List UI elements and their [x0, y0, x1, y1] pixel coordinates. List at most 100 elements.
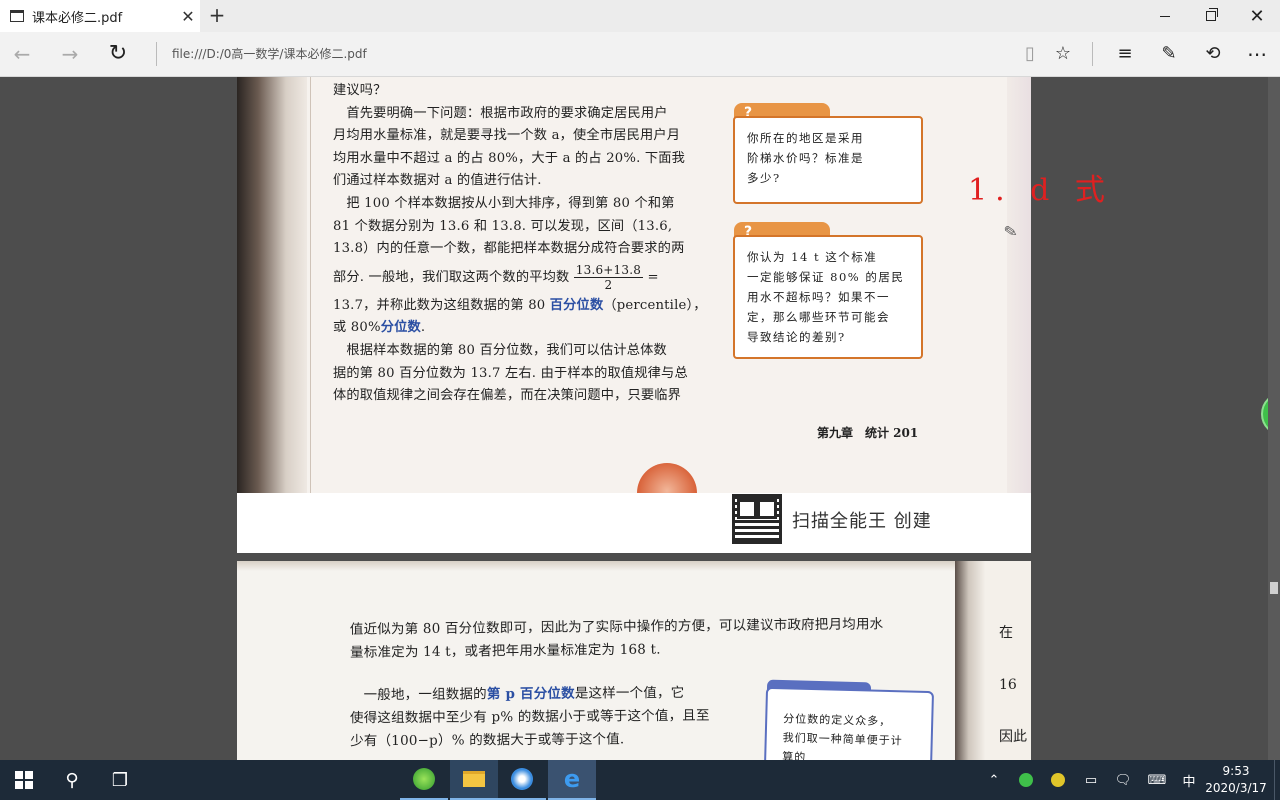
browser-360-icon[interactable]: [400, 760, 448, 800]
scrollbar-thumb[interactable]: [1270, 582, 1278, 594]
windows-start-icon[interactable]: [0, 760, 48, 800]
note-line: 一定能够保证 80% 的居民: [747, 270, 905, 284]
handwritten-note: 1. d 式: [968, 173, 1113, 208]
fraction-denominator: 2: [604, 277, 613, 292]
text-line: 因此: [999, 729, 1027, 745]
text-line: 把 100 个样本数据按从小到大排序，得到第 80 个和第: [333, 195, 675, 211]
note-line: 导致结论的差别?: [747, 330, 846, 344]
text-line: 使得这组数据中至少有 p% 的数据小于或等于这个值，且至: [349, 707, 710, 727]
page-shadow: [237, 561, 1031, 571]
qr-code-icon: [732, 494, 782, 544]
text-line: 13.8）内的任意一个数，都能把样本数据分成符合要求的两: [333, 241, 685, 257]
task-view-icon[interactable]: ❐: [96, 760, 144, 800]
text-span: 一般地，一组数据的: [349, 686, 487, 704]
show-desktop-button[interactable]: [1274, 760, 1280, 800]
page-footer: 第九章 统计 201: [817, 426, 919, 440]
pdf-viewer[interactable]: 建议吗？ 首先要明确一下问题：根据市政府的要求确定居民用户 月均用水量标准，就是…: [0, 77, 1280, 760]
definition-text: 一般地，一组数据的第 p 百分位数是这样一个值，它 使得这组数据中至少有 p% …: [350, 682, 710, 754]
text-line: 据的第 80 百分位数为 13.7 左右. 由于样本的取值规律与总: [333, 365, 688, 381]
reading-view-icon[interactable]: ▯: [1015, 40, 1045, 68]
clock-time: 9:53: [1222, 764, 1250, 778]
definition-note: 分位数的定义众多， 我们取一种简单便于计 算的: [763, 686, 935, 760]
term-p-percentile: 第 p 百分位数: [486, 685, 575, 703]
restore-button[interactable]: [1188, 0, 1234, 32]
tab-close-icon[interactable]: ✕: [176, 7, 200, 26]
browser-tab[interactable]: 课本必修二.pdf ✕: [0, 0, 200, 32]
refresh-button[interactable]: ↻: [102, 39, 134, 69]
file-explorer-icon[interactable]: [450, 760, 498, 800]
page-right-edge: [1007, 77, 1031, 493]
more-icon[interactable]: ⋯: [1242, 40, 1272, 68]
web-note-icon[interactable]: ✎: [1154, 40, 1184, 68]
address-field[interactable]: file:///D:/0高一数学/课本必修二.pdf: [172, 45, 367, 62]
text-line: 均用水量中不超过 a 的占 80%，大于 a 的占 20%. 下面我: [333, 150, 686, 166]
note-line: 阶梯水价吗？标准是: [747, 151, 864, 165]
page-body-text: 建议吗？ 首先要明确一下问题：根据市政府的要求确定居民用户 月均用水量标准，就是…: [333, 80, 723, 408]
battery-icon[interactable]: ▭: [1078, 760, 1104, 800]
cloud-app-icon[interactable]: [498, 760, 546, 800]
text-span: 或 80%: [333, 320, 381, 336]
tab-title: 课本必修二.pdf: [32, 10, 123, 26]
title-bar: 课本必修二.pdf ✕ + ✕: [0, 0, 1280, 32]
ime-indicator[interactable]: 中: [1178, 760, 1200, 800]
fraction-numerator: 13.6+13.8: [573, 262, 644, 278]
clock[interactable]: 9:53 2020/3/17: [1204, 763, 1268, 797]
note-line: 你所在的地区是采用: [747, 131, 864, 145]
text-span: 是这样一个值，它: [574, 684, 685, 702]
scrollbar[interactable]: [1268, 77, 1280, 760]
text-span: （percentile），: [603, 297, 707, 313]
term-percentile: 百分位数: [549, 297, 604, 313]
divider: [1092, 42, 1093, 66]
text-line: 量标准定为 14 t，或者把年用水量标准定为 168 t.: [350, 641, 661, 661]
text-line: 们通过样本数据对 a 的值进行估计.: [333, 173, 542, 189]
chevron-up-icon[interactable]: ⌃: [982, 760, 1006, 800]
text-line: 13.7，并称此数为这组数据的第 80 百分位数（percentile），: [333, 295, 723, 318]
address-bar-row: ← → ↻ file:///D:/0高一数学/课本必修二.pdf ▯ ☆ ≡ ✎…: [0, 32, 1280, 77]
forward-button[interactable]: →: [54, 39, 86, 69]
close-window-button[interactable]: ✕: [1234, 0, 1280, 32]
text-line: 根据样本数据的第 80 百分位数，我们可以估计总体数: [333, 342, 667, 358]
page-edge: [297, 77, 311, 493]
text-line: 月均用水量标准，就是要寻找一个数 a，使全市居民用户月: [333, 128, 681, 144]
restore-icon: [1206, 8, 1218, 21]
pdf-page-1: 建议吗？ 首先要明确一下问题：根据市政府的要求确定居民用户 月均用水量标准，就是…: [237, 77, 1031, 553]
note-line: 用水不超标吗？如果不一: [747, 290, 890, 304]
clock-date: 2020/3/17: [1205, 781, 1267, 795]
tray-app-icon[interactable]: [1014, 760, 1038, 800]
minimize-button[interactable]: [1142, 0, 1188, 32]
question-note-2: 你认为 14 t 这个标准 一定能够保证 80% 的居民 用水不超标吗？如果不一…: [733, 235, 923, 359]
new-tab-button[interactable]: +: [205, 4, 229, 28]
note-line: 多少?: [747, 171, 781, 185]
text-line: 首先要明确一下问题：根据市政府的要求确定居民用户: [333, 105, 668, 121]
text-span: .: [420, 320, 426, 336]
document-icon: [10, 10, 24, 22]
note-line: 定，那么哪些环节可能会: [747, 310, 890, 324]
text-line: 体的取值规律之间会存在偏差，而在决策问题中，只要临界: [333, 388, 682, 404]
star-icon[interactable]: ☆: [1048, 40, 1078, 68]
search-icon[interactable]: ⚲: [48, 760, 96, 800]
taskbar: ⚲ ❐ e ⌃ ▭ 🗨 ⌨ 中 9:53 2020/3/17: [0, 760, 1280, 800]
pdf-page-2: 值近似为第 80 百分位数即可，因此为了实际中操作的方便，可以建议市政府把月均用…: [237, 561, 1031, 760]
term-quantile: 分位数: [380, 320, 421, 336]
text-line: 81 个数据分别为 13.6 和 13.8. 可以发现，区间（13.6,: [333, 218, 673, 234]
notification-icon[interactable]: 🗨: [1110, 760, 1136, 800]
text-line: 建议吗？: [333, 83, 387, 98]
adjacent-page-text: 在 16 因此 可以: [999, 607, 1031, 760]
text-line: 或 80%分位数.: [333, 317, 723, 340]
fraction: 13.6+13.8 2: [573, 262, 644, 292]
note-line: 你认为 14 t 这个标准: [747, 250, 878, 264]
edge-icon[interactable]: e: [548, 760, 596, 800]
text-line: 在 16: [999, 625, 1017, 693]
page-body-text: 值近似为第 80 百分位数即可，因此为了实际中操作的方便，可以建议市政府把月均用…: [350, 613, 884, 665]
text-span: 13.7，并称此数为这组数据的第 80: [333, 297, 550, 313]
text-line: 一般地，一组数据的第 p 百分位数是这样一个值，它: [350, 682, 710, 708]
keyboard-icon[interactable]: ⌨: [1142, 760, 1172, 800]
tray-app-icon[interactable]: [1046, 760, 1070, 800]
text-line: 部分. 一般地，我们取这两个数的平均数 13.6+13.8 2 =: [333, 261, 723, 295]
text-span: 部分. 一般地，我们取这两个数的平均数: [333, 269, 570, 285]
back-button[interactable]: ←: [6, 39, 38, 69]
hub-icon[interactable]: ≡: [1110, 40, 1140, 68]
text-line: 少有（100−p）% 的数据大于或等于这个值.: [350, 731, 625, 750]
scanner-watermark: 扫描全能王 创建: [792, 511, 932, 532]
share-icon[interactable]: ⟲: [1198, 40, 1228, 68]
